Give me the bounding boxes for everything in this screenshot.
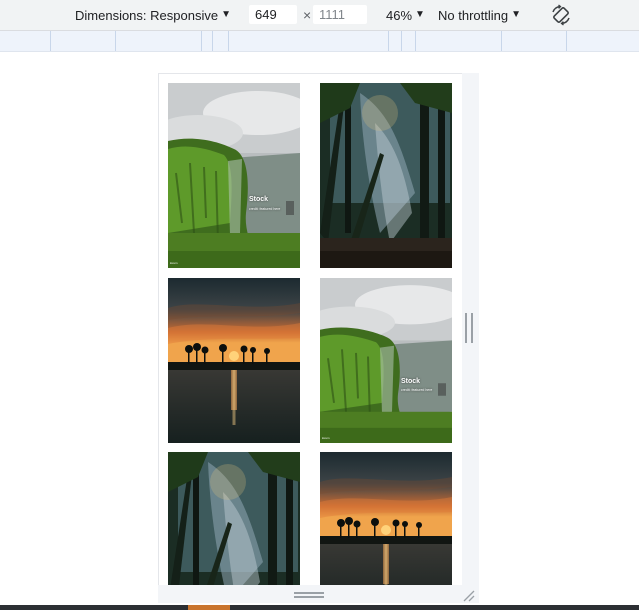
photo-sunset-image (320, 452, 452, 586)
gallery-photo-cliff[interactable]: Stock credit: featured here lorem (168, 83, 300, 268)
ruler-tick (115, 31, 116, 51)
photo-forest-image (168, 452, 300, 586)
ruler-tick (50, 31, 51, 51)
resize-grip-icon (465, 313, 473, 343)
zoom-dropdown[interactable]: 46% ▼ (386, 0, 425, 30)
resize-grip-icon (294, 592, 324, 598)
photo-overlay-subtitle: credit: featured here (401, 388, 433, 392)
height-input[interactable] (313, 5, 367, 24)
photo-forest-image (320, 83, 452, 268)
ruler-tick (401, 31, 402, 51)
media-query-ruler[interactable] (0, 31, 639, 52)
ruler-tick (566, 31, 567, 51)
resize-handle-right[interactable] (462, 73, 479, 603)
device-viewport: Stock credit: featured here lorem Stock … (158, 73, 464, 586)
ruler-tick (228, 31, 229, 51)
photo-sunset-image (168, 278, 300, 443)
gallery-photo-forest[interactable] (168, 452, 300, 586)
photo-cliff-image (320, 278, 452, 443)
dimensions-label: Dimensions: Responsive (75, 7, 219, 23)
bottom-strip-accent (188, 605, 230, 610)
photo-overlay-title: Stock (401, 378, 421, 385)
ruler-tick (501, 31, 502, 51)
page-bottom-strip (0, 605, 639, 610)
ruler-tick (201, 31, 202, 51)
times-symbol: × (303, 7, 312, 23)
throttling-dropdown[interactable]: No throttling ▼ (438, 0, 521, 30)
device-toolbar: Dimensions: Responsive ▼ × 46% ▼ No thro… (0, 0, 639, 31)
caret-down-icon: ▼ (415, 9, 425, 20)
rotate-button[interactable] (550, 0, 572, 30)
photo-overlay-subtitle: credit: featured here (249, 207, 281, 211)
resize-corner-icon[interactable] (462, 589, 476, 603)
gallery-photo-cliff[interactable]: Stock credit: featured here lorem (320, 278, 452, 443)
width-input[interactable] (249, 5, 297, 24)
ruler-tick (212, 31, 213, 51)
gallery-photo-sunset[interactable] (320, 452, 452, 586)
zoom-label: 46% (386, 7, 413, 23)
resize-handle-bottom[interactable] (158, 585, 462, 603)
photo-cliff-image (168, 83, 300, 268)
dimensions-dropdown[interactable]: Dimensions: Responsive ▼ (75, 0, 231, 30)
caret-down-icon: ▼ (221, 9, 231, 20)
rotate-icon (552, 4, 570, 26)
photo-overlay-corner: lorem (170, 261, 178, 265)
gallery-photo-forest[interactable] (320, 83, 452, 268)
photo-overlay-corner: lorem (322, 436, 330, 440)
caret-down-icon: ▼ (511, 9, 521, 20)
gallery-photo-sunset[interactable] (168, 278, 300, 443)
throttling-label: No throttling (438, 7, 509, 23)
ruler-tick (415, 31, 416, 51)
ruler-tick (388, 31, 389, 51)
photo-overlay-title: Stock (249, 196, 269, 203)
